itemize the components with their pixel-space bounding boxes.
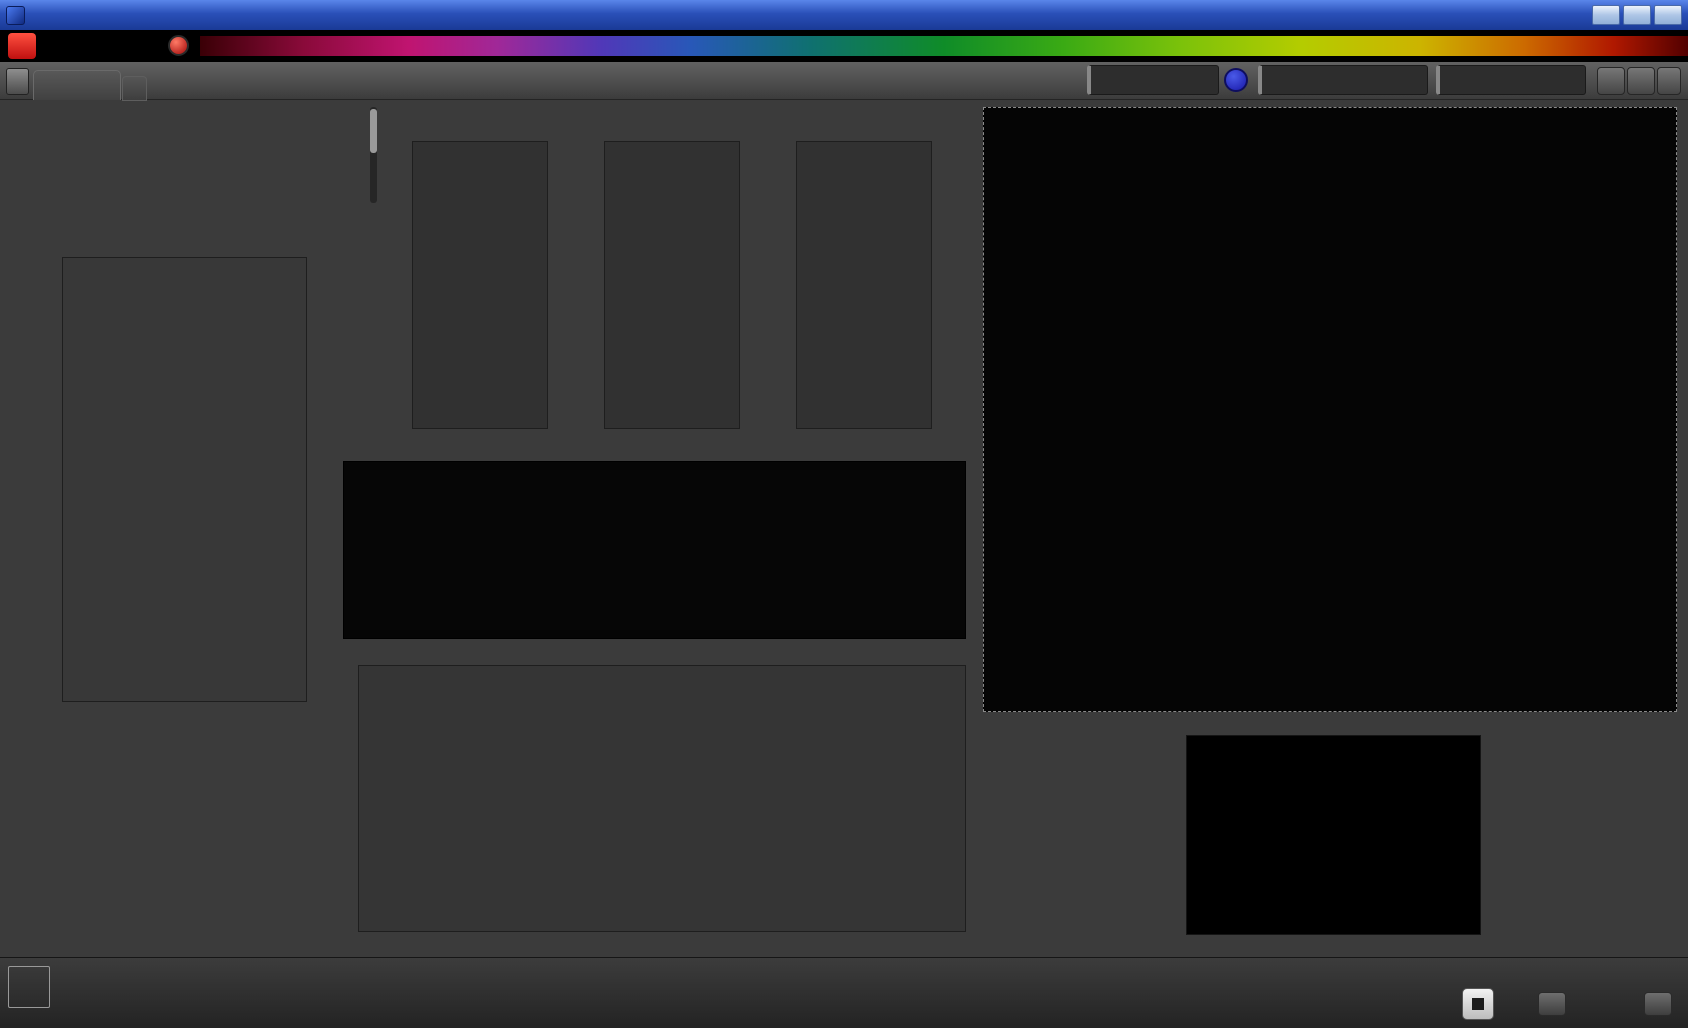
source-dropdown[interactable] <box>1258 65 1428 95</box>
settings-button[interactable] <box>1597 67 1625 95</box>
next-arrow-button[interactable] <box>1644 992 1672 1016</box>
patch-swatch-strip <box>0 958 1688 1028</box>
display-control-dropdown[interactable] <box>1436 65 1586 95</box>
toolbar <box>0 62 1688 101</box>
delta-e-plot <box>358 665 966 932</box>
workspace <box>0 99 1688 957</box>
brand-bar <box>0 30 1688 62</box>
rgb-balance-plot <box>62 257 307 702</box>
back-arrow-button[interactable] <box>1538 992 1566 1016</box>
stop-pattern-button[interactable] <box>1462 988 1494 1020</box>
add-tab-button[interactable] <box>122 76 147 101</box>
meter-status-badge <box>1224 68 1248 92</box>
delta-c-chart <box>570 125 742 465</box>
calman-window <box>0 0 1688 1028</box>
tab-history-1[interactable] <box>33 70 121 100</box>
restore-button[interactable] <box>1623 5 1651 25</box>
rgb-balance-chart <box>20 211 320 731</box>
logo-menu-button[interactable] <box>168 35 189 56</box>
close-button[interactable] <box>1654 5 1682 25</box>
delta-l-chart <box>378 125 550 465</box>
delta-h-chart <box>762 125 934 465</box>
collapse-panel-button[interactable] <box>1657 67 1681 95</box>
vertical-scrollbar[interactable] <box>370 107 377 203</box>
panel-toggle-button[interactable] <box>6 68 29 95</box>
help-button[interactable] <box>1627 67 1655 95</box>
title-bar <box>0 0 1688 30</box>
scrollbar-thumb[interactable] <box>370 109 377 153</box>
actual-row-label <box>348 469 362 528</box>
minimize-button[interactable] <box>1592 5 1620 25</box>
cie-1931-panel <box>983 107 1677 712</box>
delta-c-plot <box>604 141 740 429</box>
video-preview-window <box>1186 735 1481 935</box>
navigation-row <box>1462 988 1672 1020</box>
bottom-bar <box>0 957 1688 1028</box>
delta-l-plot <box>412 141 548 429</box>
rainbow-gradient-bar <box>200 36 1688 56</box>
target-row-label <box>348 547 362 606</box>
delta-h-plot <box>796 141 932 429</box>
actual-target-swatch-panel <box>343 461 966 639</box>
delta-e-x-labels <box>358 937 966 953</box>
calman-logo <box>8 33 36 59</box>
app-icon <box>6 5 25 25</box>
meter-dropdown[interactable] <box>1087 65 1219 95</box>
stop-icon <box>1472 998 1484 1010</box>
